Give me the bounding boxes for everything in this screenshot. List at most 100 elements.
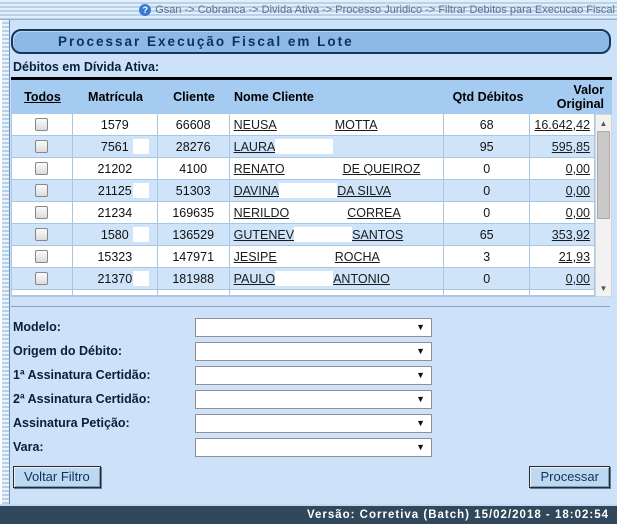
chevron-down-icon: ▼ <box>416 346 425 356</box>
valor-original-cell: 0,00 <box>530 158 595 180</box>
valor-original-link[interactable]: 353,92 <box>552 228 590 242</box>
table-row: 2112551303DAVINADA SILVA00,00 <box>11 180 612 202</box>
nome-cliente-link[interactable]: DE QUEIROZ <box>343 162 421 176</box>
qtd-debitos-cell: 3 <box>444 246 530 268</box>
table-row: 212024100RENATODE QUEIROZ00,00 <box>11 158 612 180</box>
qtd-debitos-cell: 68 <box>444 114 530 136</box>
page-title: Processar Execução Fiscal em Lote <box>58 34 354 49</box>
chevron-down-icon: ▼ <box>416 322 425 332</box>
voltar-filtro-button[interactable]: Voltar Filtro <box>13 466 101 488</box>
row-checkbox[interactable] <box>35 162 48 175</box>
nome-cliente-link[interactable]: RENATO <box>234 162 285 176</box>
nome-cliente-cell: NERILDO CORREA <box>230 202 445 224</box>
assinatura-peticao-select[interactable]: ▼ <box>195 414 432 433</box>
row-checkbox[interactable] <box>35 272 48 285</box>
valor-original-cell: 16.642,42 <box>530 114 595 136</box>
row-checkbox[interactable] <box>35 184 48 197</box>
valor-original-link[interactable]: 21,93 <box>559 250 590 264</box>
cliente-cell: 66608 <box>158 114 230 136</box>
assinatura1-select[interactable]: ▼ <box>195 366 432 385</box>
header-qtd-debitos: Qtd Débitos <box>445 80 531 114</box>
nome-cliente-link[interactable]: DAVINA <box>234 184 280 198</box>
table-row: 21234169635NERILDOCORREA00,00 <box>11 202 612 224</box>
scroll-up-icon[interactable]: ▲ <box>596 115 611 131</box>
breadcrumb-bar: ? Gsan -> Cobranca -> Divida Ativa -> Pr… <box>0 0 617 20</box>
main-panel: Processar Execução Fiscal em Lote Débito… <box>0 20 617 504</box>
nome-cliente-link[interactable]: DA SILVA <box>337 184 391 198</box>
cliente-cell: 147971 <box>158 246 230 268</box>
cliente-cell: 51303 <box>158 180 230 202</box>
matricula-cell: 1580 <box>73 224 158 246</box>
qtd-debitos-cell: 0 <box>444 158 530 180</box>
matricula-cell: 1579 <box>73 114 158 136</box>
nome-cliente-link[interactable]: CORREA <box>347 206 400 220</box>
row-checkbox[interactable] <box>35 250 48 263</box>
redaction-box <box>294 227 352 242</box>
chevron-down-icon: ▼ <box>416 442 425 452</box>
nome-cliente-link[interactable]: NEUSA <box>234 118 277 132</box>
table-scrollbar[interactable]: ▲ ▼ <box>595 114 612 297</box>
nome-cliente-link[interactable]: ROCHA <box>335 250 380 264</box>
valor-original-link[interactable]: 16.642,42 <box>534 118 590 132</box>
left-striped-edge <box>0 20 10 504</box>
nome-cliente-link[interactable]: MOTTA <box>335 118 378 132</box>
qtd-debitos-cell: 0 <box>444 180 530 202</box>
row-checkbox[interactable] <box>35 118 48 131</box>
nome-cliente-link[interactable]: LAURA <box>234 140 276 154</box>
table-row: 756128276LAURA95595,85 <box>11 136 612 158</box>
nome-cliente-link[interactable]: ANTONIO <box>333 272 390 286</box>
table-body: 157966608 NEUSA MOTTA 68 16.642,42 756128276L… <box>11 114 612 297</box>
checkbox-cell <box>11 114 73 136</box>
row-checkbox[interactable] <box>35 140 48 153</box>
valor-original-link[interactable]: 595,85 <box>552 140 590 154</box>
valor-original-link[interactable]: 0,00 <box>566 184 590 198</box>
nome-cliente-cell: JESIPE ROCHA <box>230 246 445 268</box>
select-all-link[interactable]: Todos <box>24 90 61 104</box>
checkbox-cell <box>11 136 73 158</box>
nome-cliente-link[interactable]: JESIPE <box>234 250 277 264</box>
redaction-box <box>289 205 347 220</box>
valor-original-link[interactable]: 0,00 <box>566 272 590 286</box>
table-row: 157966608 NEUSA MOTTA 68 16.642,42 <box>11 114 612 136</box>
assinatura1-label: 1ª Assinatura Certidão: <box>13 368 195 382</box>
assinatura2-select[interactable]: ▼ <box>195 390 432 409</box>
page-title-bar: Processar Execução Fiscal em Lote <box>11 29 611 54</box>
origem-debito-select[interactable]: ▼ <box>195 342 432 361</box>
table-row: 15323147971 JESIPE ROCHA 3 21,93 <box>11 246 612 268</box>
table-row: 1580136529GUTENEVSANTOS65353,92 <box>11 224 612 246</box>
redaction-box <box>277 117 335 132</box>
nome-cliente-link[interactable]: SANTOS <box>352 228 403 242</box>
valor-original-link[interactable]: 0,00 <box>566 162 590 176</box>
valor-original-cell: 353,92 <box>530 224 595 246</box>
help-icon[interactable]: ? <box>139 4 151 16</box>
vara-label: Vara: <box>13 440 195 454</box>
qtd-debitos-cell: 0 <box>444 202 530 224</box>
nome-cliente-link[interactable]: GUTENEV <box>234 228 294 242</box>
chevron-down-icon: ▼ <box>416 394 425 404</box>
form-row-origem-debito: Origem do Débito: ▼ <box>11 339 612 363</box>
scrollbar-thumb[interactable] <box>597 131 610 219</box>
row-checkbox[interactable] <box>35 228 48 241</box>
valor-original-cell: 0,00 <box>530 180 595 202</box>
modelo-select[interactable]: ▼ <box>195 318 432 337</box>
nome-cliente-link[interactable]: NERILDO <box>234 206 290 220</box>
valor-original-cell: 21,93 <box>530 246 595 268</box>
origem-debito-label: Origem do Débito: <box>13 344 195 358</box>
redaction-box <box>133 227 149 242</box>
nome-cliente-link[interactable]: PAULO <box>234 272 275 286</box>
valor-original-link[interactable]: 0,00 <box>566 206 590 220</box>
checkbox-cell <box>11 180 73 202</box>
modelo-label: Modelo: <box>13 320 195 334</box>
cliente-cell: 181988 <box>158 268 230 290</box>
redaction-box <box>275 139 333 154</box>
redaction-box <box>133 271 149 286</box>
scroll-down-icon[interactable]: ▼ <box>596 280 611 296</box>
vara-select[interactable]: ▼ <box>195 438 432 457</box>
table-rows-container: 157966608 NEUSA MOTTA 68 16.642,42 756128276L… <box>11 114 612 290</box>
row-checkbox[interactable] <box>35 206 48 219</box>
nome-cliente-cell: RENATO DE QUEIROZ <box>230 158 445 180</box>
processar-button[interactable]: Processar <box>529 466 610 488</box>
matricula-cell: 15323 <box>73 246 158 268</box>
form-row-assinatura-peticao: Assinatura Petição: ▼ <box>11 411 612 435</box>
header-cliente: Cliente <box>158 80 230 114</box>
